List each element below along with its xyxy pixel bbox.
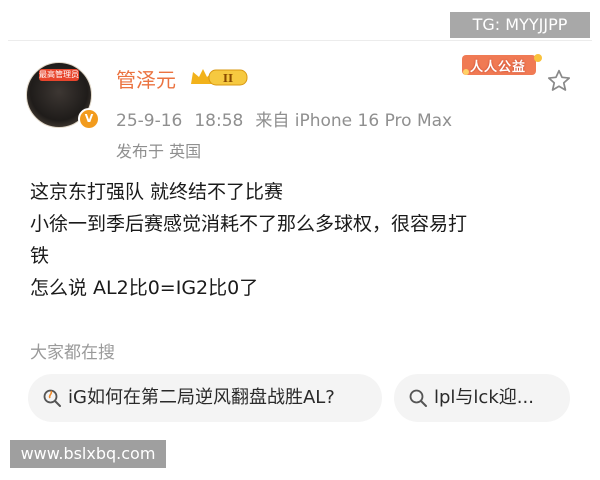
post-time: 18:58	[194, 111, 244, 131]
watermark-bottom: www.bslxbq.com	[10, 440, 166, 468]
verified-badge: V	[78, 108, 100, 130]
post-line: 小徐一到季后赛感觉消耗不了那么多球权，很容易打	[30, 213, 468, 235]
divider	[8, 40, 592, 41]
level-badge-text: II	[223, 72, 233, 85]
username[interactable]: 管泽元	[116, 64, 176, 93]
trending-search-chip[interactable]: lpl与lck迎...	[394, 374, 570, 422]
post-line: 怎么说 AL2比0=IG2比0了	[30, 277, 259, 299]
post-line: 这京东打强队 就终结不了比赛	[30, 181, 284, 203]
weibo-post-card: 最高管理员 V 管泽元 II 人人公益 25-9-16 18:58 来自 iPhon…	[8, 40, 592, 432]
post-date: 25-9-16	[116, 111, 183, 131]
member-level-icon[interactable]: II	[189, 66, 249, 88]
post-body: 这京东打强队 就终结不了比赛 小徐一到季后赛感觉消耗不了那么多球权，很容易打 铁…	[30, 176, 580, 304]
avatar-label: 最高管理员	[39, 69, 79, 81]
post-source: 来自 iPhone 16 Pro Max	[255, 111, 453, 131]
hot-search-icon	[43, 389, 61, 407]
watermark-top: TG: MYYJJPP	[450, 12, 590, 38]
trending-search-label: lpl与lck迎...	[434, 387, 534, 408]
charity-badge-label-wrap: 人人公益	[460, 52, 544, 78]
trending-search-heading: 大家都在搜	[30, 343, 115, 363]
star-icon[interactable]	[546, 68, 572, 94]
trending-search-chip[interactable]: iG如何在第二局逆风翻盘战胜AL?	[28, 374, 382, 422]
post-meta: 25-9-16 18:58 来自 iPhone 16 Pro Max	[116, 106, 464, 131]
post-location: 发布于 英国	[116, 142, 202, 161]
trending-search-label: iG如何在第二局逆风翻盘战胜AL?	[68, 387, 335, 408]
search-icon	[409, 389, 427, 407]
charity-badge-label: 人人公益	[470, 60, 527, 75]
post-line: 铁	[30, 245, 50, 267]
